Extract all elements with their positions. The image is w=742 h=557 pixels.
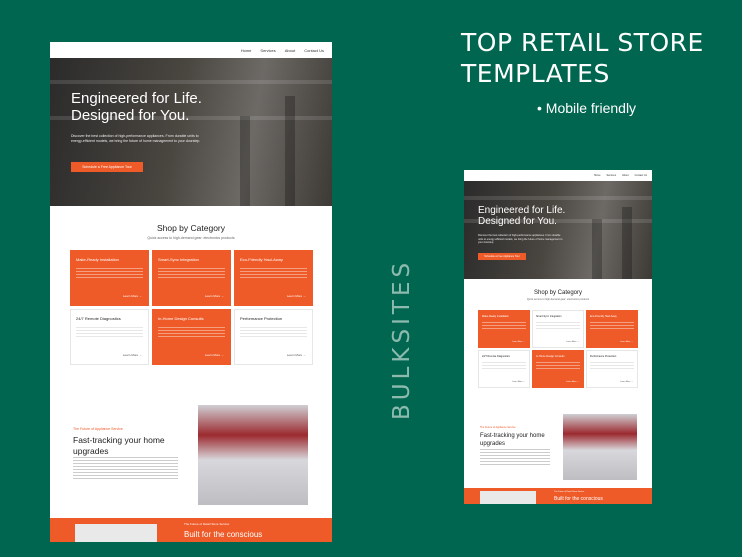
shop-title: Shop by Category bbox=[533, 290, 583, 296]
learn-more-link[interactable]: Learn More → bbox=[205, 353, 224, 357]
card-title: Eco-Friendly Haul-Away bbox=[590, 315, 617, 318]
shop-title: Shop by Category bbox=[156, 223, 226, 233]
hero-title-line1: Engineered for Life. bbox=[71, 90, 202, 107]
site-nav: Home Services About Contact Us bbox=[464, 170, 652, 181]
store-image bbox=[563, 414, 637, 480]
footer-title: Built for the conscious bbox=[554, 496, 603, 502]
learn-more-link[interactable]: Learn More → bbox=[123, 353, 142, 357]
nav-services[interactable]: Services bbox=[606, 174, 616, 177]
hero-text: Discover the best collection of high-per… bbox=[71, 134, 201, 143]
shop-subtitle: Quick access to high-demand gear: electr… bbox=[526, 298, 590, 301]
footer-band: The Future of Retail Store Service Built… bbox=[50, 518, 332, 542]
learn-more-link[interactable]: Learn More → bbox=[620, 381, 633, 383]
category-card[interactable]: 24/7 Remote Diagnostics Learn More → bbox=[478, 350, 530, 388]
learn-more-link[interactable]: Learn More → bbox=[123, 294, 142, 298]
footer-title: Built for the conscious bbox=[184, 530, 263, 539]
shop-subtitle: Quick access to high-demand gear: electr… bbox=[147, 236, 235, 240]
hero-title: Engineered for Life. Designed for You. bbox=[71, 90, 241, 124]
nav-home[interactable]: Home bbox=[594, 174, 601, 177]
category-card[interactable]: Performance Protection Learn More → bbox=[586, 350, 638, 388]
card-title: Performance Protection bbox=[590, 355, 617, 358]
category-card[interactable]: Make-Ready Installation Learn More → bbox=[478, 310, 530, 348]
hero-section: Engineered for Life. Designed for You. D… bbox=[464, 181, 652, 279]
hero-cta-button[interactable]: Schedule a Free Appliance Tour bbox=[71, 162, 143, 172]
learn-more-link[interactable]: Learn More → bbox=[287, 294, 306, 298]
upgrades-text bbox=[73, 457, 178, 479]
hero-title-line2: Designed for You. bbox=[71, 107, 190, 124]
category-card[interactable]: Smart-Sync Integration Learn More → bbox=[152, 250, 231, 306]
learn-more-link[interactable]: Learn More → bbox=[287, 353, 306, 357]
nav-contact[interactable]: Contact Us bbox=[304, 48, 324, 53]
learn-more-link[interactable]: Learn More → bbox=[512, 381, 525, 383]
upgrades-title: Fast-tracking your home upgrades bbox=[73, 435, 183, 457]
promo-title-line2: TEMPLATES bbox=[461, 59, 610, 88]
upgrades-text bbox=[480, 449, 550, 465]
nav-about[interactable]: About bbox=[622, 174, 629, 177]
nav-home[interactable]: Home bbox=[241, 48, 252, 53]
category-card[interactable]: 24/7 Remote Diagnostics Learn More → bbox=[70, 309, 149, 365]
card-title: In-Home Design Consults bbox=[536, 355, 565, 358]
category-card[interactable]: Eco-Friendly Haul-Away Learn More → bbox=[234, 250, 313, 306]
promo-bullet: • Mobile friendly bbox=[537, 100, 637, 116]
category-card[interactable]: Eco-Friendly Haul-Away Learn More → bbox=[586, 310, 638, 348]
learn-more-link[interactable]: Learn More → bbox=[205, 294, 224, 298]
promo-title-line1: TOP RETAIL STORE bbox=[461, 28, 704, 57]
category-card[interactable]: Make-Ready Installation Learn More → bbox=[70, 250, 149, 306]
card-title: Make-Ready Installation bbox=[76, 257, 119, 262]
card-title: Smart-Sync Integration bbox=[536, 315, 562, 318]
nav-contact[interactable]: Contact Us bbox=[635, 174, 647, 177]
card-title: 24/7 Remote Diagnostics bbox=[76, 316, 121, 321]
learn-more-link[interactable]: Learn More → bbox=[512, 341, 525, 343]
site-preview-large: Home Services About Contact Us Engineere… bbox=[50, 42, 332, 542]
card-title: Make-Ready Installation bbox=[482, 315, 509, 318]
card-title: Performance Protection bbox=[240, 316, 283, 321]
hero-section: Engineered for Life. Designed for You. D… bbox=[50, 58, 332, 206]
upgrades-title: Fast-tracking your home upgrades bbox=[480, 432, 555, 448]
upgrades-title-line2: upgrades bbox=[73, 446, 109, 456]
card-title: 24/7 Remote Diagnostics bbox=[482, 355, 510, 358]
site-nav: Home Services About Contact Us bbox=[50, 42, 332, 58]
upgrades-eyebrow: The Future of Appliance Service bbox=[73, 427, 123, 431]
promo-title: TOP RETAIL STORE TEMPLATES bbox=[461, 27, 704, 89]
hero-text: Discover the best collection of high-per… bbox=[478, 234, 563, 244]
category-card[interactable]: Smart-Sync Integration Learn More → bbox=[532, 310, 584, 348]
hero-cta-button[interactable]: Schedule a Free Appliance Tour bbox=[478, 253, 526, 260]
store-image bbox=[198, 405, 308, 505]
nav-services[interactable]: Services bbox=[260, 48, 275, 53]
footer-image bbox=[480, 491, 536, 504]
footer-band: The Future of Retail Store Service Built… bbox=[464, 488, 652, 504]
category-card[interactable]: In-Home Design Consults Learn More → bbox=[532, 350, 584, 388]
brand-watermark: BULKSITES bbox=[389, 258, 415, 420]
learn-more-link[interactable]: Learn More → bbox=[566, 381, 579, 383]
upgrades-eyebrow: The Future of Appliance Service bbox=[480, 426, 516, 429]
category-card[interactable]: In-Home Design Consults Learn More → bbox=[152, 309, 231, 365]
category-card[interactable]: Performance Protection Learn More → bbox=[234, 309, 313, 365]
learn-more-link[interactable]: Learn More → bbox=[620, 341, 633, 343]
upgrades-title-line1: Fast-tracking your home bbox=[480, 433, 545, 439]
hero-title-line1: Engineered for Life. bbox=[478, 205, 566, 216]
category-grid: Make-Ready Installation Learn More → Smar… bbox=[478, 310, 638, 388]
upgrades-title-line2: upgrades bbox=[480, 441, 506, 447]
nav-about[interactable]: About bbox=[285, 48, 295, 53]
footer-eyebrow: The Future of Retail Store Service bbox=[554, 491, 585, 493]
hero-title: Engineered for Life. Designed for You. bbox=[478, 205, 598, 227]
category-grid: Make-Ready Installation Learn More → Smar… bbox=[70, 250, 313, 365]
footer-eyebrow: The Future of Retail Store Service bbox=[184, 522, 230, 526]
card-title: In-Home Design Consults bbox=[158, 316, 204, 321]
site-preview-small: Home Services About Contact Us Engineere… bbox=[464, 170, 652, 504]
card-title: Eco-Friendly Haul-Away bbox=[240, 257, 283, 262]
footer-image bbox=[75, 524, 157, 542]
hero-title-line2: Designed for You. bbox=[478, 216, 557, 227]
upgrades-title-line1: Fast-tracking your home bbox=[73, 435, 165, 445]
learn-more-link[interactable]: Learn More → bbox=[566, 341, 579, 343]
card-title: Smart-Sync Integration bbox=[158, 257, 199, 262]
